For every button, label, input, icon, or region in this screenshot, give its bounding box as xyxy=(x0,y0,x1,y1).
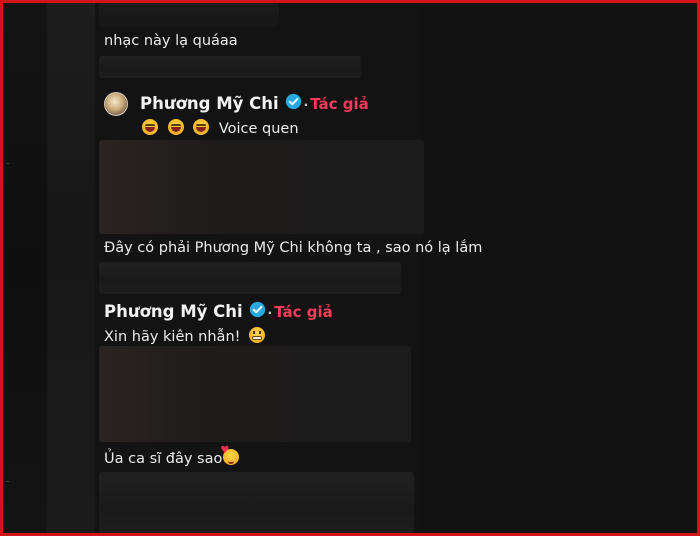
smiling-face-with-hearts-icon xyxy=(220,445,240,465)
comment-text: Voice quen xyxy=(218,121,299,137)
verified-badge-icon xyxy=(249,301,265,318)
laughing-emoji-icon xyxy=(142,119,158,135)
blurred-region xyxy=(99,3,279,27)
comment-text: Ủa ca sĩ đây sao xyxy=(104,451,223,467)
blurred-region xyxy=(99,262,401,294)
comment-body: Ủa ca sĩ đây sao xyxy=(104,445,240,467)
comment-author[interactable]: Phương Mỹ Chi · Tác giả xyxy=(104,301,333,321)
comment-text: Xin hãy kiên nhẫn! xyxy=(104,329,241,345)
author-name[interactable]: Phương Mỹ Chi xyxy=(140,94,279,113)
laughing-emoji-icon xyxy=(167,119,184,135)
grimacing-emoji-icon xyxy=(249,327,266,343)
left-gutter xyxy=(47,3,95,533)
author-badge: Tác giả xyxy=(274,302,333,321)
avatar[interactable] xyxy=(104,92,128,116)
author-badge: Tác giả xyxy=(310,94,369,113)
blurred-region xyxy=(99,472,414,533)
comment-body: Voice quen xyxy=(142,119,299,137)
comment-text: Đây có phải Phương Mỹ Chi không ta , sao… xyxy=(104,240,483,256)
divider xyxy=(6,163,9,164)
author-name[interactable]: Phương Mỹ Chi xyxy=(104,302,243,321)
laughing-emoji-icon xyxy=(193,119,210,135)
right-panel xyxy=(420,3,697,533)
blurred-region xyxy=(99,56,361,78)
verified-badge-icon xyxy=(285,93,301,110)
comment-author[interactable]: Phương Mỹ Chi · Tác giả xyxy=(140,93,369,113)
separator-dot: · xyxy=(303,97,309,112)
blurred-region xyxy=(99,346,411,442)
comment-body: Xin hãy kiên nhẫn! xyxy=(104,327,266,345)
comment-text: nhạc này lạ quáaa xyxy=(104,33,238,49)
divider xyxy=(6,481,9,482)
left-panel xyxy=(3,3,47,533)
blurred-region xyxy=(99,140,424,234)
separator-dot: · xyxy=(267,305,273,320)
